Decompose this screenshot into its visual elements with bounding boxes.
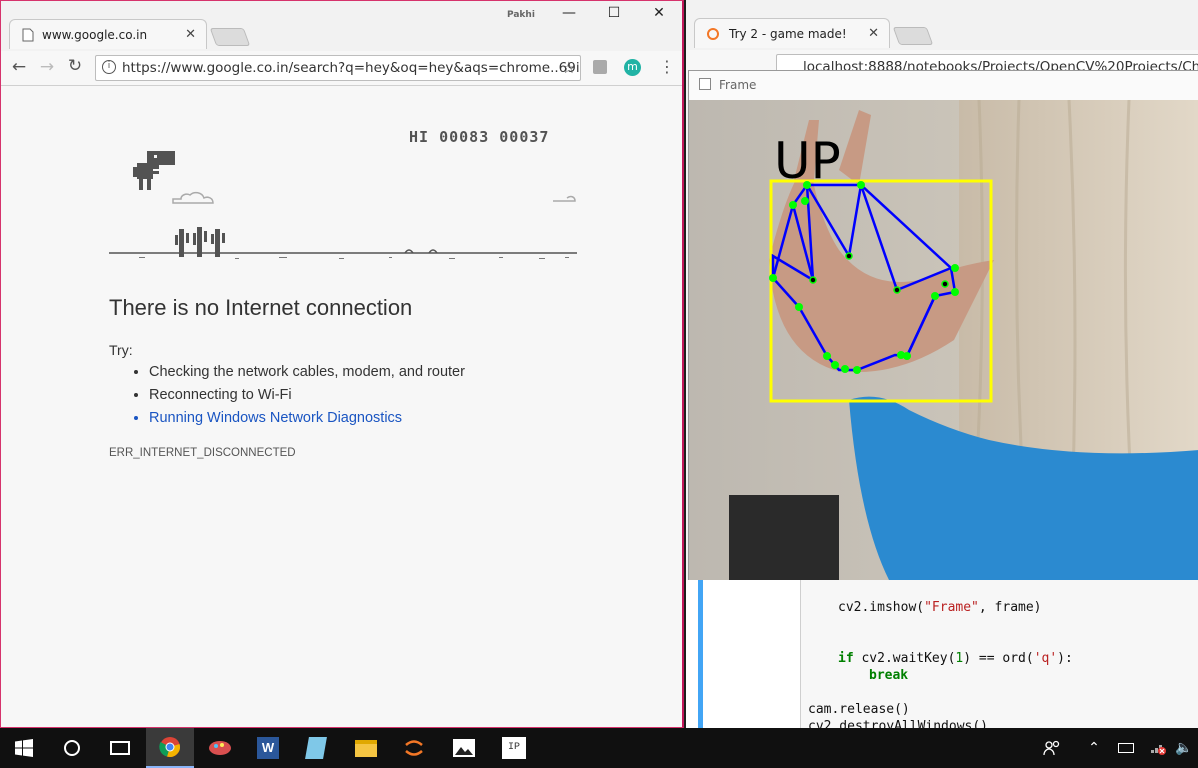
suggestion-item: Checking the network cables, modem, and … <box>149 361 465 384</box>
code-line: cv2.imshow("Frame", frame) <box>838 600 1042 615</box>
webcam-image: UP <box>689 100 1198 580</box>
chrome-icon[interactable] <box>146 728 194 768</box>
close-tab-icon[interactable]: ✕ <box>185 27 196 42</box>
word-icon[interactable]: W <box>244 728 292 768</box>
tab-title: Try 2 - game made! <box>729 26 847 41</box>
menu-icon[interactable]: ⋮ <box>659 57 675 76</box>
speaker <box>729 495 839 580</box>
volume-muted-icon[interactable]: 🔈 <box>1170 728 1198 768</box>
suggestion-item: Reconnecting to Wi-Fi <box>149 384 465 407</box>
back-icon[interactable]: ← <box>7 57 31 77</box>
new-tab-button[interactable] <box>209 28 251 46</box>
code-line: break <box>869 668 909 683</box>
close-window-icon[interactable]: ✕ <box>644 5 674 21</box>
trex-icon <box>133 151 175 190</box>
info-icon[interactable]: i <box>102 60 116 74</box>
extension-badge-icon[interactable]: m <box>624 59 641 76</box>
profile-name: Pakhi <box>507 10 535 20</box>
file-explorer-icon[interactable] <box>342 728 390 768</box>
dino-game-canvas[interactable] <box>109 141 579 266</box>
error-title: There is no Internet connection <box>109 295 413 320</box>
cactus-icon <box>175 227 225 257</box>
code-line: if cv2.waitKey(1) == ord('q'): <box>838 651 1073 666</box>
window-icon <box>699 78 711 90</box>
people-icon[interactable] <box>1032 728 1072 768</box>
title-bar: www.google.co.in ✕ Pakhi — ☐ ✕ <box>1 1 682 51</box>
minimize-icon[interactable]: — <box>554 5 584 21</box>
page-icon <box>22 28 34 41</box>
photos-icon[interactable] <box>440 728 488 768</box>
tab-jupyter[interactable]: Try 2 - game made! ✕ <box>694 18 890 48</box>
notebook-area: cv2.imshow("Frame", frame) if cv2.waitKe… <box>686 580 1198 728</box>
search-circle-icon[interactable] <box>48 728 96 768</box>
title-bar: Try 2 - game made! ✕ <box>686 0 1198 50</box>
paint-icon[interactable] <box>196 728 244 768</box>
opencv-frame-window[interactable]: Frame UP <box>688 70 1198 580</box>
error-code: ERR_INTERNET_DISCONNECTED <box>109 447 296 459</box>
url-text: https://www.google.co.in/search?q=hey&oq… <box>122 60 581 76</box>
jupyter-icon <box>707 27 719 40</box>
cell-indicator <box>698 580 703 728</box>
task-view-icon[interactable] <box>96 728 144 768</box>
diagnostics-link[interactable]: Running Windows Network Diagnostics <box>149 407 465 430</box>
jupyter-taskbar-icon[interactable] <box>390 728 438 768</box>
frame-title: Frame <box>719 78 757 92</box>
ipython-icon[interactable]: IP <box>490 728 538 768</box>
try-label: Try: <box>109 342 133 358</box>
frame-title-bar: Frame <box>689 71 1198 100</box>
toolbar: ← → ↻ i https://www.google.co.in/search?… <box>1 51 682 86</box>
taskbar: W IP ⌃ 🔈 <box>0 728 1198 768</box>
extension-icon[interactable] <box>593 60 607 74</box>
cloud-icon <box>172 191 576 204</box>
browser-window-offline: www.google.co.in ✕ Pakhi — ☐ ✕ ← → ↻ i h… <box>0 0 684 728</box>
reload-icon[interactable]: ↻ <box>63 56 87 76</box>
close-tab-icon[interactable]: ✕ <box>868 26 879 41</box>
new-tab-button[interactable] <box>892 27 934 45</box>
address-bar[interactable]: i https://www.google.co.in/search?q=hey&… <box>95 55 581 81</box>
forward-icon[interactable]: → <box>35 57 59 77</box>
tab-title: www.google.co.in <box>42 27 148 42</box>
maximize-icon[interactable]: ☐ <box>599 5 629 21</box>
notepad-icon[interactable] <box>292 728 340 768</box>
code-line: cv2.destroyAllWindows() <box>808 719 989 728</box>
suggestion-list: Checking the network cables, modem, and … <box>109 361 465 430</box>
windows-start-icon[interactable] <box>0 728 48 768</box>
tab-google[interactable]: www.google.co.in ✕ <box>9 19 207 49</box>
code-line: cam.release() <box>808 702 910 717</box>
star-icon[interactable]: ☆ <box>562 58 576 77</box>
